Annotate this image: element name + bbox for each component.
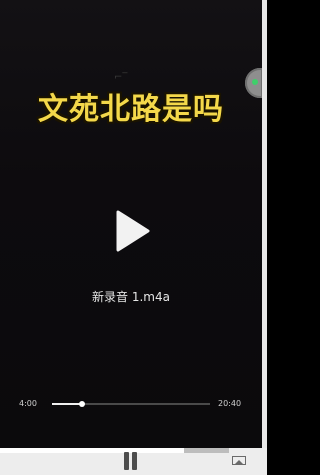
total-time: 20:40 — [218, 399, 242, 408]
playback-scrubber[interactable] — [52, 401, 210, 407]
scrubber-thumb[interactable] — [79, 401, 86, 407]
current-time: 4:00 — [19, 399, 37, 408]
right-edge — [262, 0, 267, 448]
file-name: 新录音 1.m4a — [92, 290, 170, 304]
bottom-progress-track[interactable] — [184, 448, 229, 453]
play-icon — [116, 210, 150, 252]
faint-mark: ⌐‾ — [114, 72, 128, 83]
play-button[interactable] — [108, 208, 154, 254]
scrubber-fill — [52, 403, 83, 405]
overlay-caption: 文苑北路是吗 — [38, 92, 224, 127]
bottom-progress-fill — [0, 448, 184, 453]
screen: ⌐‾ 文苑北路是吗 新录音 1.m4a 4:00 20:40 — [0, 0, 267, 475]
pause-icon-bar — [132, 452, 137, 470]
screen-mirror-icon[interactable] — [232, 456, 246, 466]
pause-icon — [124, 452, 129, 470]
audio-player: ⌐‾ 文苑北路是吗 新录音 1.m4a 4:00 20:40 — [0, 0, 262, 448]
pause-button[interactable] — [121, 452, 139, 472]
